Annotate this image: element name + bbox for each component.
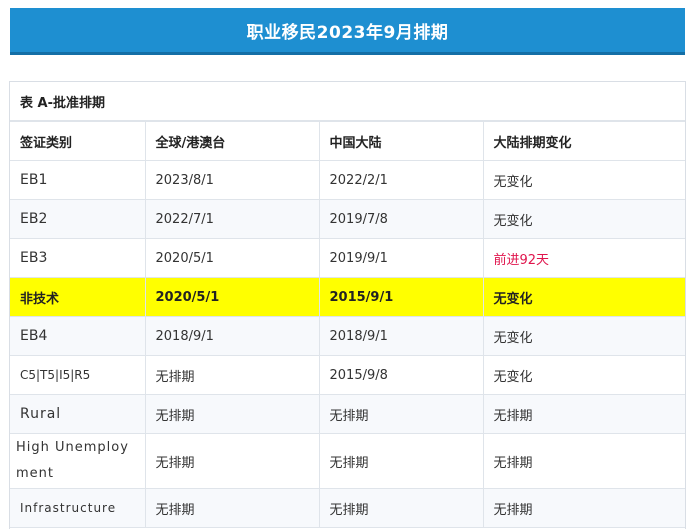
cell-global: 无排期 [144,488,320,528]
cell-category: EB3 [10,238,146,278]
page-banner: 职业移民2023年9月排期 [10,8,685,55]
cell-china: 2018/9/1 [318,316,484,356]
cell-change: 无变化 [482,316,685,356]
cell-china: 2022/2/1 [318,160,484,200]
cell-global: 2018/9/1 [144,316,320,356]
cell-change: 无变化 [482,199,685,239]
cell-china: 2015/9/1 [318,277,484,317]
table-row-unskilled: 非技术 2020/5/1 2015/9/1 无变化 [10,277,685,317]
priority-date-table: 签证类别 全球/港澳台 中国大陆 大陆排期变化 EB1 2023/8/1 202… [10,121,685,528]
cell-category: EB4 [10,316,146,356]
table-row-eb4: EB4 2018/9/1 2018/9/1 无变化 [10,316,685,356]
visa-bulletin-table: 表 A-批准排期 签证类别 全球/港澳台 中国大陆 大陆排期变化 EB1 202… [9,81,686,529]
header-global: 全球/港澳台 [144,121,320,161]
table-row-eb2: EB2 2022/7/1 2019/7/8 无变化 [10,199,685,239]
cell-global: 无排期 [144,355,320,395]
cell-change-advance: 前进92天 [482,238,685,278]
table-caption: 表 A-批准排期 [10,82,685,121]
cell-category: High Unemployment [10,433,146,489]
page-title: 职业移民2023年9月排期 [246,22,449,43]
cell-category: EB2 [10,199,146,239]
cell-category: EB1 [10,160,146,200]
cell-category: Infrastructure [10,488,146,528]
cell-global: 2020/5/1 [144,277,320,317]
cell-category: Rural [10,394,146,434]
cell-china: 2015/9/8 [318,355,484,395]
table-header-row: 签证类别 全球/港澳台 中国大陆 大陆排期变化 [10,121,685,161]
cell-china: 2019/7/8 [318,199,484,239]
cell-category: C5|T5|I5|R5 [10,355,146,395]
table-row-rural: Rural 无排期 无排期 无排期 [10,394,685,434]
cell-china: 无排期 [318,488,484,528]
header-category: 签证类别 [10,121,146,161]
cell-china: 2019/9/1 [318,238,484,278]
table-row-infrastructure: Infrastructure 无排期 无排期 无排期 [10,488,685,528]
header-change: 大陆排期变化 [482,121,685,161]
cell-global: 无排期 [144,394,320,434]
cell-change: 无排期 [482,488,685,528]
cell-global: 2020/5/1 [144,238,320,278]
cell-change: 无排期 [482,394,685,434]
cell-category: 非技术 [10,277,146,317]
header-china: 中国大陆 [318,121,484,161]
cell-global: 2022/7/1 [144,199,320,239]
cell-change: 无变化 [482,277,685,317]
cell-global: 2023/8/1 [144,160,320,200]
table-row-high-unemployment: High Unemployment 无排期 无排期 无排期 [10,433,685,489]
cell-china: 无排期 [318,394,484,434]
table-row-eb1: EB1 2023/8/1 2022/2/1 无变化 [10,160,685,200]
cell-china: 无排期 [318,433,484,489]
cell-global: 无排期 [144,433,320,489]
table-row-eb3: EB3 2020/5/1 2019/9/1 前进92天 [10,238,685,278]
table-row-eb5: C5|T5|I5|R5 无排期 2015/9/8 无变化 [10,355,685,395]
cell-change: 无变化 [482,355,685,395]
cell-change: 无变化 [482,160,685,200]
cell-change: 无排期 [482,433,685,489]
